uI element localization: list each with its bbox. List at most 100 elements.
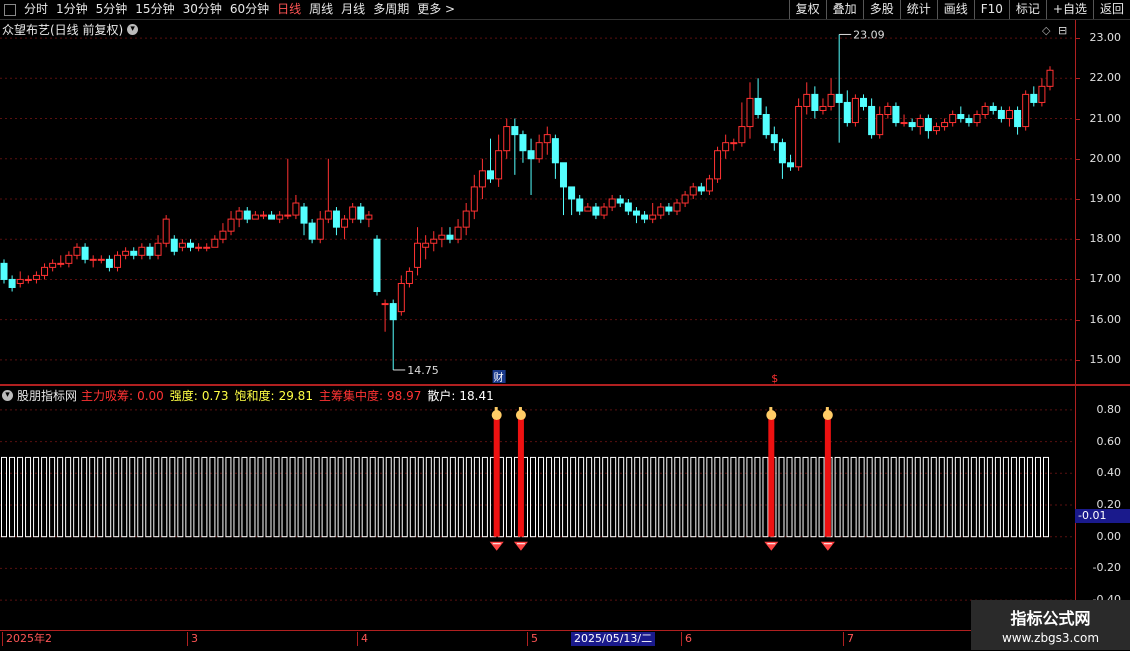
indicator-bar — [41, 456, 48, 538]
indicator-bar — [273, 456, 280, 538]
indicator-bar — [145, 456, 152, 538]
indicator-bar — [337, 456, 344, 538]
candle — [511, 118, 519, 175]
candle — [316, 211, 324, 244]
candle-body — [762, 114, 770, 136]
indicator-bar — [818, 456, 825, 538]
candle — [365, 211, 373, 228]
candle-body — [1022, 93, 1030, 128]
gem-icon — [489, 541, 504, 551]
candle-body — [795, 105, 803, 168]
candle — [608, 194, 616, 212]
period-tabs: 分时 1分钟 5分钟 15分钟 30分钟 60分钟 日线 周线 月线 多周期 更多 > — [0, 0, 459, 19]
candle-body — [365, 214, 373, 220]
price-axis-tick — [1076, 239, 1080, 241]
indicator-bar — [449, 456, 456, 538]
candle — [122, 247, 130, 260]
indicator-axis-label: 0.60 — [1096, 434, 1122, 448]
indicator-bar — [49, 456, 56, 538]
month-label: 5 — [527, 632, 538, 646]
toolbar-button-7[interactable]: +自选 — [1045, 0, 1093, 19]
period-tab-6[interactable]: 日线 — [273, 0, 305, 19]
candle — [357, 203, 365, 224]
candle — [332, 207, 340, 236]
toolbar-button-4[interactable]: 画线 — [936, 0, 974, 19]
toolbar-button-3[interactable]: 统计 — [899, 0, 937, 19]
indicator-bar — [930, 456, 937, 538]
candle-body — [65, 254, 73, 264]
candle — [981, 102, 989, 119]
candle — [49, 259, 57, 272]
candle — [170, 235, 178, 256]
candle — [503, 118, 511, 159]
indicator-bar — [642, 456, 649, 538]
candle — [405, 267, 413, 288]
toolbar-button-5[interactable]: F10 — [973, 0, 1009, 19]
indicator-bar — [289, 456, 296, 538]
candle-body — [673, 202, 681, 212]
candle-body — [722, 142, 730, 152]
candle — [624, 198, 632, 216]
indicator-bar — [345, 456, 352, 538]
period-tab-2[interactable]: 5分钟 — [92, 0, 132, 19]
candle-body — [868, 105, 876, 136]
period-tab-4[interactable]: 30分钟 — [179, 0, 226, 19]
indicator-bar — [257, 456, 264, 538]
toolbar-button-1[interactable]: 叠加 — [825, 0, 863, 19]
candle-body — [600, 206, 608, 216]
period-tab-1[interactable]: 1分钟 — [52, 0, 92, 19]
candle — [1038, 78, 1046, 107]
period-tab-0[interactable]: 分时 — [20, 0, 52, 19]
period-tab-8[interactable]: 月线 — [337, 0, 369, 19]
diamond-icon: ◇ — [1042, 24, 1051, 37]
toolbar-buttons: 复权 叠加 多股 统计 画线 F10 标记 +自选 返回 — [788, 0, 1130, 19]
price-axis-tick — [1076, 279, 1080, 281]
gem-icon — [513, 541, 528, 551]
candle — [916, 114, 924, 135]
indicator-axis: 0.800.600.400.200.00-0.20-0.40 — [1075, 386, 1130, 630]
toggle-checkbox[interactable] — [4, 3, 16, 16]
candle — [178, 239, 186, 252]
toolbar-button-2[interactable]: 多股 — [862, 0, 900, 19]
indicator-bar — [962, 456, 969, 538]
candle-body — [308, 222, 316, 240]
indicator-bar — [9, 456, 16, 538]
candle-body — [422, 242, 430, 248]
candle — [1046, 66, 1054, 91]
toolbar-button-8[interactable]: 返回 — [1092, 0, 1130, 19]
signal-marker — [489, 407, 504, 551]
candle — [422, 235, 430, 260]
indicator-bar — [882, 456, 889, 538]
period-tab-9[interactable]: 多周期 — [369, 0, 413, 19]
candle-body — [114, 254, 122, 268]
indicator-bar — [618, 456, 625, 538]
candle — [949, 110, 957, 127]
indicator-bar — [233, 456, 240, 538]
indicator-chart[interactable] — [0, 386, 1075, 630]
candle-body — [632, 210, 640, 216]
candle — [657, 203, 665, 220]
indicator-bar — [185, 456, 192, 538]
candle-body — [154, 242, 162, 256]
period-tab-7[interactable]: 周线 — [305, 0, 337, 19]
indicator-bar — [313, 456, 320, 538]
candle-body — [657, 206, 665, 216]
candle — [341, 215, 349, 240]
candle — [65, 251, 73, 268]
toolbar-button-6[interactable]: 标记 — [1008, 0, 1046, 19]
hand-finger — [825, 407, 829, 415]
candle-body — [16, 278, 24, 284]
indicator-bar — [113, 456, 120, 538]
month-label: 4 — [357, 632, 368, 646]
dollar-marker: $ — [771, 372, 778, 384]
period-tab-5[interactable]: 60分钟 — [226, 0, 273, 19]
toolbar-button-0[interactable]: 复权 — [788, 0, 826, 19]
indicator-bar — [217, 456, 224, 538]
indicator-bar — [97, 456, 104, 538]
candle-body — [24, 278, 32, 281]
indicator-bar — [738, 456, 745, 538]
period-tab-3[interactable]: 15分钟 — [131, 0, 178, 19]
period-tab-10[interactable]: 更多 > — [413, 0, 459, 19]
indicator-bar — [530, 456, 537, 538]
candlestick-chart[interactable]: 23.09 14.75 财 $ ◇ ⊟ — [0, 20, 1075, 384]
